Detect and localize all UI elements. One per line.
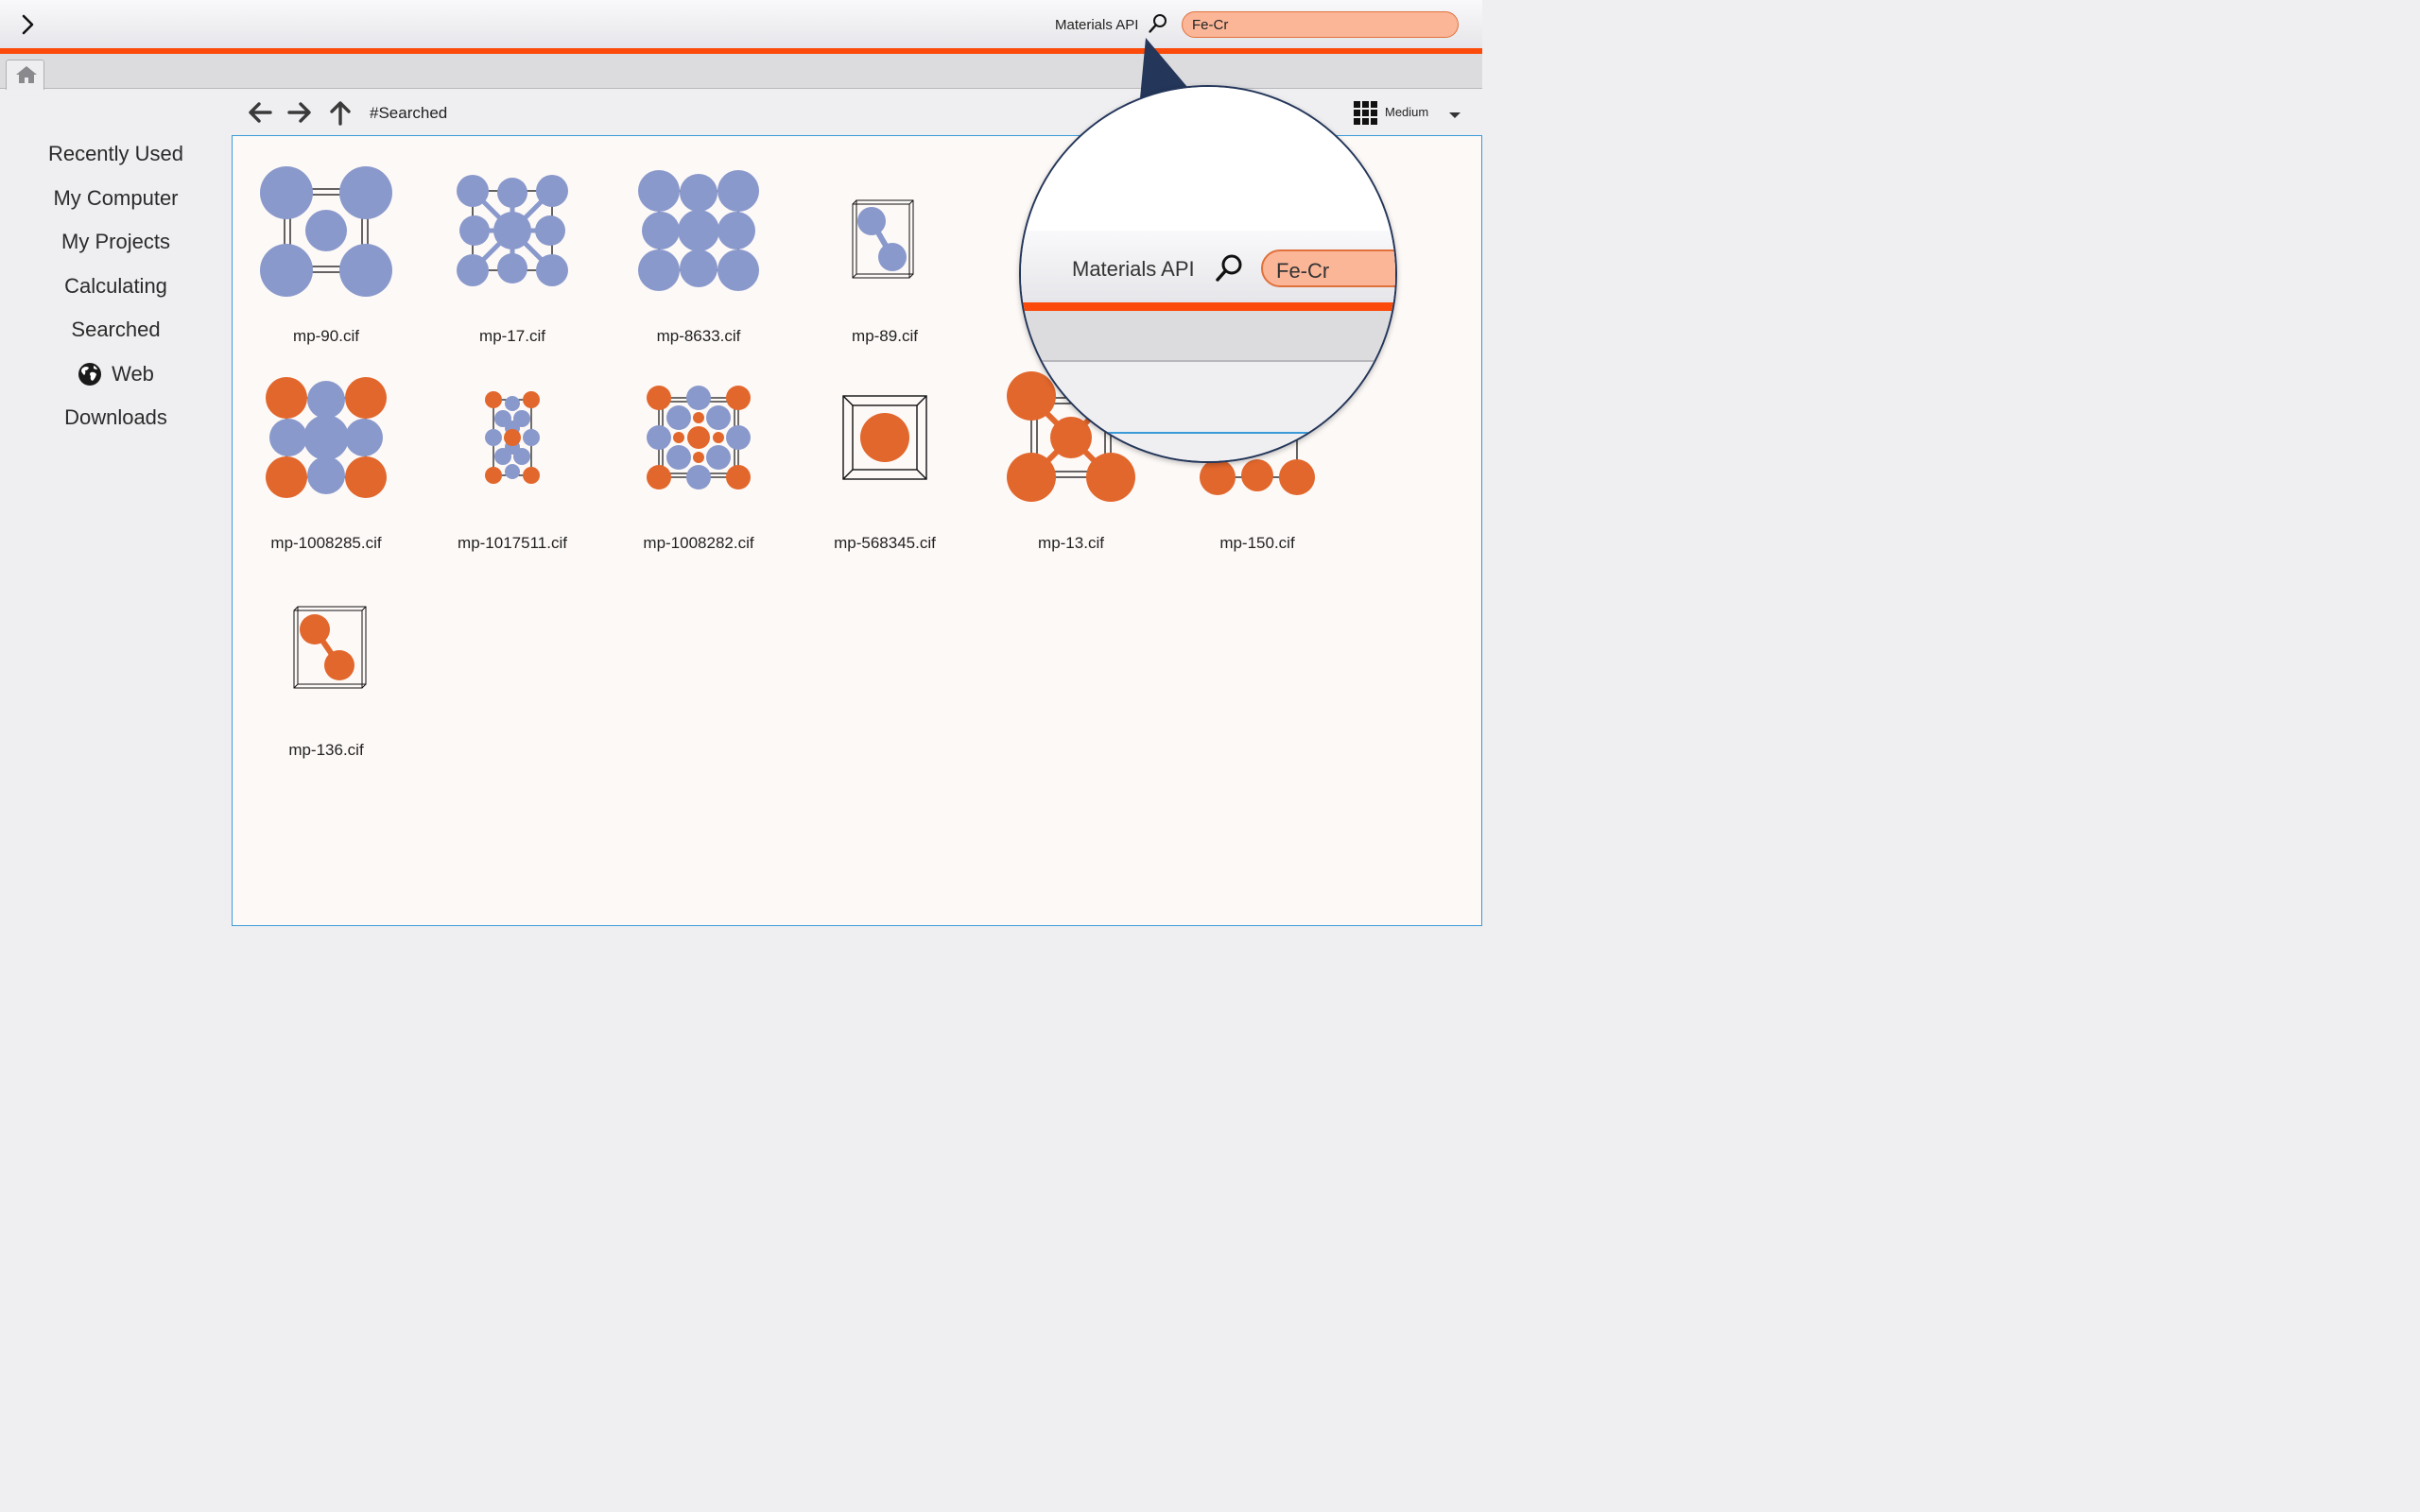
sidebar-item-label: Calculating bbox=[64, 273, 167, 298]
up-arrow-icon[interactable] bbox=[326, 98, 354, 127]
file-name: mp-13.cif bbox=[1038, 534, 1104, 552]
file-item[interactable]: mp-568345.cif bbox=[795, 352, 975, 552]
materials-api-label: Materials API bbox=[1055, 17, 1139, 33]
sidebar-item-label: Recently Used bbox=[47, 142, 184, 166]
file-item[interactable]: mp-8633.cif bbox=[609, 146, 788, 345]
sidebar-item-label: My Computer bbox=[53, 185, 179, 210]
globe-icon bbox=[78, 362, 102, 386]
file-item[interactable]: mp-89.cif bbox=[795, 146, 975, 345]
back-arrow-icon[interactable] bbox=[246, 98, 274, 127]
top-bar: Materials API bbox=[0, 0, 1482, 48]
file-name: mp-1017511.cif bbox=[458, 534, 567, 552]
crystal-structure-icon bbox=[260, 166, 392, 297]
sidebar-item-label: Searched bbox=[71, 318, 161, 342]
file-name: mp-89.cif bbox=[852, 327, 918, 345]
sidebar-item-recently-used[interactable]: Recently Used bbox=[0, 132, 232, 177]
expand-chevron-icon[interactable] bbox=[15, 11, 42, 38]
home-icon bbox=[16, 66, 37, 83]
sidebar-item-label: My Projects bbox=[61, 230, 170, 254]
crystal-structure-icon bbox=[638, 170, 759, 291]
file-item[interactable]: mp-90.cif bbox=[236, 146, 416, 345]
file-name: mp-1008282.cif bbox=[643, 534, 754, 552]
file-name: mp-17.cif bbox=[479, 327, 545, 345]
file-name: mp-568345.cif bbox=[834, 534, 936, 552]
crystal-structure-icon bbox=[485, 391, 540, 484]
file-item[interactable]: mp-136.cif bbox=[236, 559, 416, 759]
sidebar-item-calculating[interactable]: Calculating bbox=[0, 265, 232, 309]
crystal-structure-icon bbox=[842, 395, 927, 480]
magnified-search-icon bbox=[1216, 254, 1242, 282]
sidebar: Recently Used My Computer My Projects Ca… bbox=[0, 132, 232, 440]
search-input[interactable] bbox=[1182, 11, 1459, 38]
file-item[interactable]: mp-17.cif bbox=[423, 146, 602, 345]
file-name: mp-136.cif bbox=[288, 741, 364, 759]
file-name: mp-90.cif bbox=[293, 327, 359, 345]
file-name: mp-1008285.cif bbox=[270, 534, 382, 552]
sidebar-item-my-computer[interactable]: My Computer bbox=[0, 177, 232, 221]
crystal-structure-icon bbox=[293, 606, 367, 689]
crystal-structure-icon bbox=[647, 386, 751, 490]
current-path: #Searched bbox=[370, 104, 448, 122]
file-item[interactable]: mp-1017511.cif bbox=[423, 352, 602, 552]
magnified-api-label: Materials API bbox=[1072, 257, 1195, 281]
forward-arrow-icon[interactable] bbox=[285, 98, 314, 127]
magnified-search-input: Fe-Cr bbox=[1261, 249, 1395, 287]
chevron-down-icon[interactable] bbox=[1448, 108, 1461, 118]
sidebar-item-my-projects[interactable]: My Projects bbox=[0, 220, 232, 265]
sidebar-item-searched[interactable]: Searched bbox=[0, 308, 232, 352]
sidebar-item-web[interactable]: Web bbox=[0, 352, 232, 397]
sidebar-item-label: Web bbox=[112, 361, 154, 386]
file-name: mp-8633.cif bbox=[656, 327, 741, 345]
sidebar-item-label: Downloads bbox=[64, 405, 167, 430]
crystal-structure-icon bbox=[266, 377, 387, 498]
sidebar-item-downloads[interactable]: Downloads bbox=[0, 396, 232, 440]
file-item[interactable]: mp-1008285.cif bbox=[236, 352, 416, 552]
search-icon[interactable] bbox=[1148, 13, 1168, 34]
magnifier-callout: Materials API Fe-Cr bbox=[1019, 85, 1397, 463]
file-item[interactable]: mp-1008282.cif bbox=[609, 352, 788, 552]
file-name: mp-150.cif bbox=[1219, 534, 1295, 552]
tab-strip bbox=[0, 54, 1482, 90]
tab-home[interactable] bbox=[6, 60, 44, 90]
crystal-structure-icon bbox=[457, 175, 568, 286]
crystal-structure-icon bbox=[852, 199, 914, 279]
